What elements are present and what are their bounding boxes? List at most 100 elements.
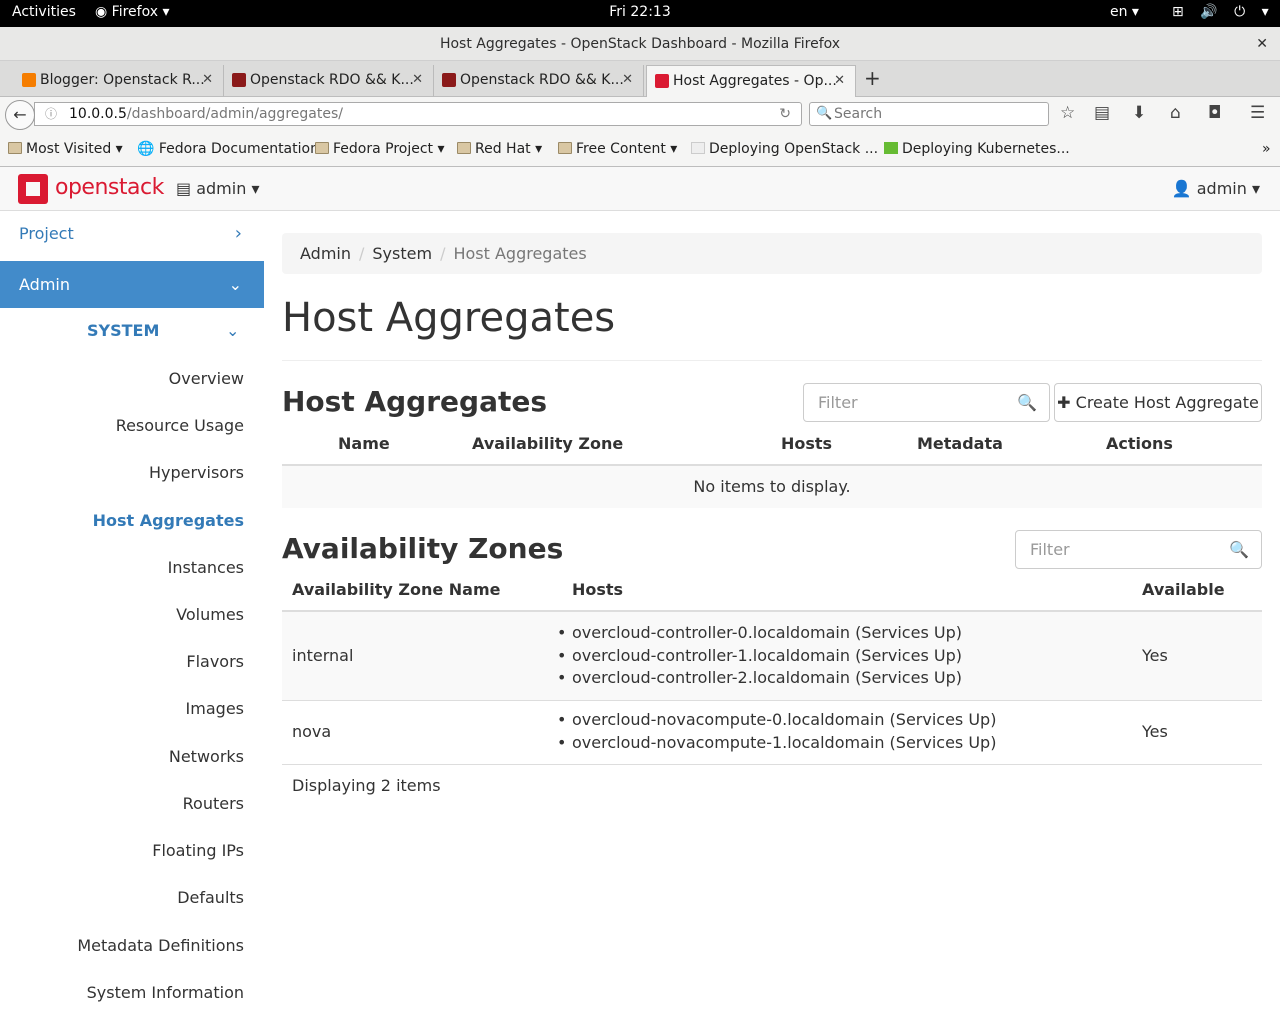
sidebar-item-volumes[interactable]: Volumes	[176, 605, 244, 624]
bookmark-deploying-kubernetes[interactable]: Deploying Kubernetes...	[884, 141, 1070, 157]
tab-rdo-2[interactable]: Openstack RDO && K... ✕	[434, 65, 644, 97]
tab-close-icon[interactable]: ✕	[412, 65, 423, 95]
sidebar-item-admin[interactable]: Admin ⌄	[0, 261, 264, 308]
window-close-icon[interactable]: ✕	[1256, 27, 1268, 61]
zone-available: Yes	[1142, 646, 1168, 665]
page-icon	[691, 142, 705, 154]
column-header-actions[interactable]: Actions	[1106, 434, 1173, 453]
tab-close-icon[interactable]: ✕	[622, 65, 633, 95]
chevron-down-icon[interactable]: ⌄	[226, 321, 239, 340]
tab-strip: Blogger: Openstack R... ✕ Openstack RDO …	[0, 61, 1280, 97]
divider	[282, 360, 1262, 361]
sidebar-item-routers[interactable]: Routers	[183, 794, 244, 813]
sidebar-item-host-aggregates[interactable]: Host Aggregates	[93, 511, 244, 530]
clock[interactable]: Fri 22:13	[0, 4, 1280, 20]
bookmark-most-visited[interactable]: Most Visited ▾	[8, 141, 123, 157]
tab-rdo-1[interactable]: Openstack RDO && K... ✕	[224, 65, 434, 97]
list-item: overcloud-controller-0.localdomain (Serv…	[557, 622, 962, 645]
column-header-hosts[interactable]: Hosts	[572, 580, 623, 599]
column-header-hosts[interactable]: Hosts	[781, 434, 832, 453]
host-list: overcloud-controller-0.localdomain (Serv…	[557, 622, 962, 690]
sidebar-item-networks[interactable]: Networks	[169, 747, 244, 766]
firefox-icon: ◉	[95, 4, 108, 20]
search-input[interactable]: 🔍 Search	[809, 102, 1049, 126]
aggregates-filter-input[interactable]: Filter 🔍	[803, 383, 1050, 422]
zone-name: internal	[292, 646, 354, 665]
activities-button[interactable]: Activities	[12, 4, 76, 20]
zones-title: Availability Zones	[282, 532, 564, 565]
bookmark-free-content[interactable]: Free Content ▾	[558, 141, 677, 157]
sidebar-item-overview[interactable]: Overview	[169, 369, 244, 388]
globe-icon: 🌐	[137, 141, 155, 157]
bookmark-deploying-openstack[interactable]: Deploying OpenStack ...	[691, 141, 878, 157]
menu-icon[interactable]: ☰	[1250, 103, 1265, 123]
rdo-favicon-icon	[232, 73, 246, 87]
sidebar-item-system-information[interactable]: System Information	[87, 983, 244, 1002]
chevron-right-icon: ›	[234, 223, 242, 244]
tab-host-aggregates[interactable]: Host Aggregates - Op... ✕	[646, 65, 856, 97]
search-icon[interactable]: 🔍	[1229, 531, 1249, 568]
table-footer: Displaying 2 items	[292, 776, 441, 795]
chevron-down-icon: ⌄	[228, 275, 242, 294]
table-row: internal overcloud-controller-0.localdom…	[282, 612, 1262, 700]
tab-close-icon[interactable]: ✕	[202, 65, 213, 95]
sidebar-item-project[interactable]: Project ›	[0, 211, 264, 259]
reading-list-icon[interactable]: ▤	[1094, 103, 1110, 123]
home-icon[interactable]: ⌂	[1170, 103, 1181, 123]
bookmark-star-icon[interactable]: ☆	[1060, 103, 1075, 123]
bookmark-fedora-docs[interactable]: 🌐 Fedora Documentation	[137, 141, 319, 157]
list-item: overcloud-controller-2.localdomain (Serv…	[557, 667, 962, 690]
sidebar-item-images[interactable]: Images	[186, 699, 244, 718]
sidebar-item-defaults[interactable]: Defaults	[177, 888, 244, 907]
url-bar[interactable]: ⓘ 10.0.0.5/dashboard/admin/aggregates/ ↻	[34, 102, 802, 126]
column-header-zone-name[interactable]: Availability Zone Name	[292, 580, 500, 599]
list-item: overcloud-controller-1.localdomain (Serv…	[557, 645, 962, 668]
breadcrumb-system[interactable]: System	[372, 244, 432, 263]
site-info-icon[interactable]: ⓘ	[45, 103, 57, 125]
language-indicator[interactable]: en ▾	[1110, 4, 1139, 20]
project-selector[interactable]: ▤ admin ▾	[176, 179, 259, 198]
zones-filter-input[interactable]: Filter 🔍	[1015, 530, 1262, 569]
logo-text[interactable]: openstack	[55, 175, 164, 200]
breadcrumb: Admin / System / Host Aggregates	[282, 233, 1262, 274]
sidebar-item-hypervisors[interactable]: Hypervisors	[149, 463, 244, 482]
create-host-aggregate-button[interactable]: ✚ Create Host Aggregate	[1054, 383, 1262, 422]
download-icon[interactable]: ⬇	[1132, 103, 1146, 123]
reload-icon[interactable]: ↻	[779, 103, 791, 125]
sidebar-item-flavors[interactable]: Flavors	[186, 652, 244, 671]
column-header-availability-zone[interactable]: Availability Zone	[472, 434, 623, 453]
page-title: Host Aggregates	[282, 295, 616, 341]
column-header-metadata[interactable]: Metadata	[917, 434, 1003, 453]
project-icon: ▤	[176, 179, 192, 198]
tab-close-icon[interactable]: ✕	[834, 66, 845, 96]
user-menu[interactable]: 👤 admin ▾	[1172, 179, 1260, 198]
breadcrumb-admin[interactable]: Admin	[300, 244, 351, 263]
bookmark-red-hat[interactable]: Red Hat ▾	[457, 141, 542, 157]
openstack-header: openstack ▤ admin ▾ 👤 admin ▾	[0, 167, 1280, 211]
app-menu[interactable]: ◉ Firefox ▾	[95, 4, 169, 20]
search-icon[interactable]: 🔍	[1017, 384, 1037, 421]
sidebar-item-metadata-definitions[interactable]: Metadata Definitions	[77, 936, 244, 955]
tab-blogger[interactable]: Blogger: Openstack R... ✕	[14, 65, 224, 97]
sidebar-section-system[interactable]: SYSTEM	[87, 321, 159, 340]
bookmark-fedora-project[interactable]: Fedora Project ▾	[315, 141, 445, 157]
sidebar-item-floating-ips[interactable]: Floating IPs	[152, 841, 244, 860]
pocket-icon[interactable]: ◘	[1208, 103, 1221, 123]
bookmarks-overflow-icon[interactable]: »	[1262, 141, 1271, 157]
table-divider	[282, 764, 1262, 765]
openstack-logo-icon[interactable]	[18, 174, 48, 204]
sidebar-item-instances[interactable]: Instances	[168, 558, 244, 577]
back-button[interactable]: ←	[5, 100, 35, 130]
plus-icon: ✚	[1057, 393, 1071, 412]
host-list: overcloud-novacompute-0.localdomain (Ser…	[557, 709, 996, 754]
list-item: overcloud-novacompute-0.localdomain (Ser…	[557, 709, 996, 732]
zone-name: nova	[292, 722, 332, 741]
user-icon: 👤	[1171, 179, 1192, 198]
column-header-available[interactable]: Available	[1142, 580, 1225, 599]
site-favicon-icon	[884, 142, 898, 154]
search-icon: 🔍	[816, 106, 833, 121]
sidebar-item-resource-usage[interactable]: Resource Usage	[116, 416, 244, 435]
column-header-name[interactable]: Name	[338, 434, 390, 453]
system-menu-icons[interactable]: ⊞ 🔊 ⏻ ▾	[1172, 4, 1275, 20]
new-tab-button[interactable]: +	[864, 66, 881, 90]
